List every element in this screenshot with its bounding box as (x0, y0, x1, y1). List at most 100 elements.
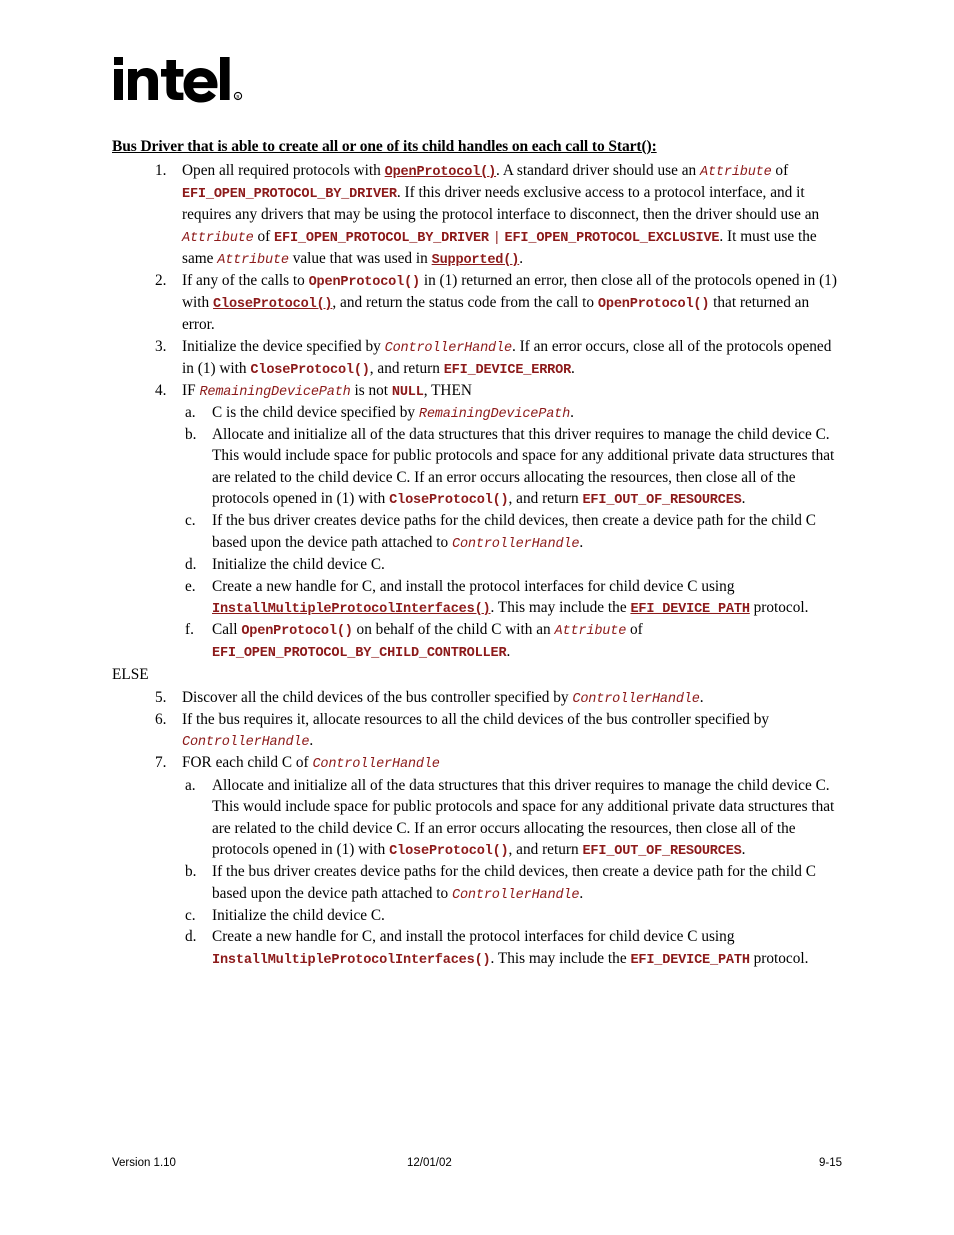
code-closeprotocol: CloseProtocol() (250, 362, 370, 378)
footer-date: 12/01/02 (407, 1157, 452, 1169)
item-4e-t1: Create a new handle for C, and install t… (212, 577, 735, 595)
list-item-4d: d. Initialize the child device C. (112, 554, 842, 575)
item-1-t5: of (253, 227, 275, 245)
list-marker: d. (185, 928, 197, 946)
page-footer: Version 1.10 12/01/02 9-15 (112, 1157, 842, 1169)
code-openprotocol[interactable]: OpenProtocol() (385, 165, 497, 180)
list-item-6: 6. If the bus requires it, allocate reso… (112, 709, 842, 753)
footer-version: Version 1.10 (112, 1157, 176, 1169)
item-4-t2: is not (350, 381, 392, 399)
code-controllerhandle: ControllerHandle (312, 757, 440, 773)
item-7c-t1: Initialize the child device C. (212, 906, 385, 924)
code-installmultipleprotocolinterfaces[interactable]: InstallMultipleProtocolInterfaces() (212, 602, 491, 617)
item-4-t3: , THEN (423, 381, 472, 399)
list-marker: c. (185, 512, 196, 530)
list-item-7: 7. FOR each child C of ControllerHandle (112, 752, 842, 774)
code-controllerhandle: ControllerHandle (452, 887, 580, 903)
list-marker: a. (185, 403, 196, 421)
code-efi-open-protocol-by-driver: EFI_OPEN_PROTOCOL_BY_DRIVER (274, 230, 489, 246)
code-supported[interactable]: Supported() (432, 253, 520, 268)
procedure-list-part2: 5. Discover all the child devices of the… (112, 687, 842, 775)
item-2-t3: , and return the status code from the ca… (332, 293, 598, 311)
list-item-3: 3. Initialize the device specified by Co… (112, 336, 842, 380)
list-item-4f: f. Call OpenProtocol() on behalf of the … (112, 619, 842, 663)
code-remainingdevicepath: RemainingDevicePath (418, 406, 571, 422)
code-null: NULL (391, 384, 424, 400)
item-7d-t3: protocol. (749, 949, 809, 967)
list-marker: 6. (155, 710, 167, 728)
code-openprotocol: OpenProtocol() (241, 624, 353, 640)
item-5-t2: . (699, 688, 704, 706)
list-item-7a: a. Allocate and initialize all of the da… (112, 775, 842, 862)
item-4f-t2: on behalf of the child C with an (352, 621, 555, 639)
item-1-t8: . (519, 249, 524, 267)
item-4b-t2: , and return (508, 490, 583, 508)
item-7-t1: FOR each child C of (182, 754, 313, 772)
item-4f-t4: . (506, 643, 511, 661)
list-item-1: 1. Open all required protocols with Open… (112, 160, 842, 270)
item-7d-t2: . This may include the (490, 949, 631, 967)
item-4d-t1: Initialize the child device C. (212, 556, 385, 574)
list-item-7b: b. If the bus driver creates device path… (112, 861, 842, 905)
item-4e-t2: . This may include the (490, 599, 631, 616)
code-attribute: Attribute (699, 165, 772, 180)
item-4f-t1: Call (212, 621, 242, 639)
list-marker: e. (185, 577, 196, 595)
sublist-item-4: a. C is the child device specified by Re… (112, 402, 842, 663)
code-controllerhandle: ControllerHandle (452, 536, 580, 552)
list-marker: b. (185, 425, 197, 443)
code-efi-device-path[interactable]: EFI_DEVICE_PATH (630, 602, 750, 617)
code-attribute: Attribute (554, 624, 627, 640)
item-7d-t1: Create a new handle for C, and install t… (212, 928, 735, 946)
code-openprotocol: OpenProtocol() (597, 296, 710, 312)
list-marker: 4. (155, 381, 167, 399)
list-item-7d: d. Create a new handle for C, and instal… (112, 926, 842, 970)
code-controllerhandle: ControllerHandle (384, 340, 513, 356)
item-7a-t2: , and return (508, 840, 583, 858)
item-3-t4: . (571, 359, 575, 377)
item-1-t2: . A standard driver should use an (496, 162, 700, 179)
list-marker: d. (185, 556, 197, 574)
code-efi-open-protocol-by-child-controller: EFI_OPEN_PROTOCOL_BY_CHILD_CONTROLLER (212, 646, 507, 662)
item-7a-t3: . (741, 840, 746, 858)
code-closeprotocol[interactable]: CloseProtocol() (213, 297, 333, 312)
list-item-2: 2. If any of the calls to OpenProtocol()… (112, 270, 842, 336)
item-4c-t2: . (579, 533, 584, 551)
code-efi-out-of-resources: EFI_OUT_OF_RESOURCES (582, 843, 742, 859)
list-marker: c. (185, 906, 196, 924)
list-marker: a. (185, 776, 196, 794)
code-pipe-separator: | (492, 230, 501, 246)
svg-text:R: R (236, 94, 240, 100)
code-efi-device-path: EFI_DEVICE_PATH (630, 952, 750, 968)
else-keyword: ELSE (112, 666, 149, 684)
list-marker: 7. (155, 754, 167, 772)
item-7b-t2: . (579, 884, 584, 902)
code-efi-open-protocol-exclusive: EFI_OPEN_PROTOCOL_EXCLUSIVE (504, 230, 720, 246)
item-4e-t3: protocol. (749, 599, 809, 616)
code-controllerhandle: ControllerHandle (572, 691, 700, 707)
list-item-4e: e. Create a new handle for C, and instal… (112, 576, 842, 620)
item-3-t1: Initialize the device specified by (182, 337, 385, 355)
code-openprotocol: OpenProtocol() (308, 274, 421, 290)
item-4a-t2: . (570, 403, 574, 421)
item-4-t1: IF (182, 381, 200, 399)
item-1-t1: Open all required protocols with (182, 162, 385, 179)
list-item-4: 4. IF RemainingDevicePath is not NULL, T… (112, 380, 842, 402)
list-marker: b. (185, 863, 197, 881)
list-item-4b: b. Allocate and initialize all of the da… (112, 424, 842, 511)
item-4b-t3: . (741, 490, 746, 508)
code-efi-device-error: EFI_DEVICE_ERROR (443, 362, 572, 378)
item-5-t1: Discover all the child devices of the bu… (182, 688, 573, 706)
code-efi-out-of-resources: EFI_OUT_OF_RESOURCES (582, 493, 742, 509)
code-closeprotocol: CloseProtocol() (389, 843, 509, 859)
code-controllerhandle: ControllerHandle (182, 735, 310, 751)
document-page: R Bus Driver that is able to create all … (0, 0, 954, 1235)
item-1-t7: value that was used in (288, 249, 432, 267)
item-6-t2: . (309, 732, 314, 750)
list-marker: 2. (155, 271, 167, 289)
list-marker: 3. (155, 337, 167, 355)
section-heading: Bus Driver that is able to create all or… (112, 138, 657, 155)
item-2-t1: If any of the calls to (182, 271, 309, 289)
procedure-list-part1: 1. Open all required protocols with Open… (112, 160, 842, 402)
list-item-7c: c. Initialize the child device C. (112, 905, 842, 926)
